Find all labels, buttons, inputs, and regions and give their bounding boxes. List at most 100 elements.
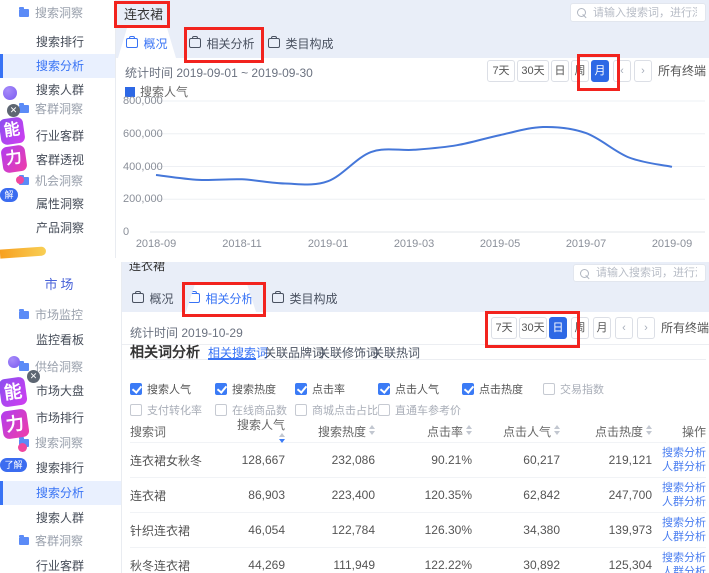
sidebar-group-customer-insight[interactable]: 客群洞察 <box>0 530 121 552</box>
tab-label: 概况 <box>143 35 167 52</box>
col-header-click-heat[interactable]: 点击热度 <box>560 423 652 440</box>
range-week-button[interactable]: 周 <box>571 60 589 82</box>
crowd-analysis-link[interactable]: 人群分析 <box>652 530 706 544</box>
col-header-search-pop[interactable]: 搜索人气 <box>230 416 285 447</box>
y-tick: 400,000 <box>123 161 163 173</box>
crowd-analysis-link[interactable]: 人群分析 <box>652 495 706 509</box>
sidebar-item-industry-crowd[interactable]: 行业客群 <box>0 554 121 573</box>
search-analysis-link[interactable]: 搜索分析 <box>652 516 706 530</box>
tab-related-analysis[interactable]: 相关分析 <box>186 284 256 312</box>
sidebar-item-search-crowd[interactable]: 搜索人群 <box>0 506 121 530</box>
sidebar-item-monitor-board[interactable]: 监控看板 <box>0 328 121 352</box>
checkbox-checked-icon[interactable] <box>462 383 474 395</box>
search-analysis-link[interactable]: 搜索分析 <box>652 481 706 495</box>
app-screen: 搜索洞察 搜索排行 搜索分析 搜索人群 客群洞察 行业客群 客群透视 机会洞察 … <box>0 0 709 573</box>
cell-click-pop: 62,842 <box>472 488 560 502</box>
sidebar-item-label: 行业客群 <box>36 129 84 143</box>
close-icon[interactable]: ✕ <box>27 370 40 383</box>
terminal-dropdown[interactable]: 所有终端 <box>661 317 709 339</box>
sidebar-item-label: 行业客群 <box>36 559 84 573</box>
tab-overview[interactable]: 概况 <box>118 28 176 58</box>
checkbox-icon[interactable] <box>215 404 227 416</box>
terminal-label: 所有终端 <box>661 321 709 335</box>
col-header-ctr[interactable]: 点击率 <box>375 423 472 440</box>
cell-actions: 搜索分析人群分析 <box>652 481 706 509</box>
crowd-analysis-link[interactable]: 人群分析 <box>652 565 706 573</box>
sticker-ball-pink <box>16 176 24 184</box>
range-7d-button[interactable]: 7天 <box>491 317 517 339</box>
sidebar-section-market[interactable]: 市场 <box>0 274 121 293</box>
tab-category-composition[interactable]: 类目构成 <box>268 28 334 58</box>
range-30d-button[interactable]: 30天 <box>517 60 549 82</box>
metric-label: 搜索人气 <box>147 384 191 396</box>
table-row: 连衣裙 86,903 223,400 120.35% 62,842 247,70… <box>130 477 706 512</box>
range-month-button[interactable]: 月 <box>591 60 609 82</box>
range-day-button[interactable]: 日 <box>551 60 569 82</box>
range-month-button[interactable]: 月 <box>593 317 611 339</box>
cell-actions: 搜索分析人群分析 <box>652 446 706 474</box>
tab-overview[interactable]: 概况 <box>126 284 180 312</box>
metric-checkbox-click-pop[interactable]: 点击人气 <box>378 381 439 397</box>
metric-checkbox-pay-conversion[interactable]: 支付转化率 <box>130 402 202 418</box>
metric-checkbox-ztc-price[interactable]: 直通车参考价 <box>378 402 461 418</box>
checkbox-checked-icon[interactable] <box>215 383 227 395</box>
metric-checkbox-click-heat[interactable]: 点击热度 <box>462 381 523 397</box>
subtab-active-underline <box>208 358 256 360</box>
metric-checkbox-trade-index[interactable]: 交易指数 <box>543 381 604 397</box>
cell-click-heat: 219,121 <box>560 453 652 467</box>
metric-checkbox-ctr[interactable]: 点击率 <box>295 381 345 397</box>
metric-checkbox-search-pop[interactable]: 搜索人气 <box>130 381 191 397</box>
next-period-button[interactable]: › <box>637 317 655 339</box>
terminal-dropdown[interactable]: 所有终端 <box>658 60 709 82</box>
range-day-button[interactable]: 日 <box>549 317 567 339</box>
range-7d-button[interactable]: 7天 <box>487 60 515 82</box>
close-icon[interactable]: ✕ <box>7 104 20 117</box>
sidebar-item-search-analysis[interactable]: 搜索分析 <box>0 54 115 78</box>
metric-checkbox-mall-click-ratio[interactable]: 商城点击占比 <box>295 402 378 418</box>
next-period-button[interactable]: › <box>634 60 652 82</box>
cell-actions: 搜索分析人群分析 <box>652 516 706 544</box>
checkbox-icon[interactable] <box>295 404 307 416</box>
promo-pill[interactable]: 解 <box>0 188 18 202</box>
search-analysis-link[interactable]: 搜索分析 <box>652 551 706 565</box>
prev-period-button[interactable]: ‹ <box>615 317 633 339</box>
range-week-button[interactable]: 周 <box>571 317 589 339</box>
checkbox-checked-icon[interactable] <box>378 383 390 395</box>
metric-checkbox-search-heat[interactable]: 搜索热度 <box>215 381 276 397</box>
search-input[interactable] <box>591 6 699 20</box>
col-header-click-pop[interactable]: 点击人气 <box>472 423 560 440</box>
sidebar-group-market-monitor[interactable]: 市场监控 <box>0 304 121 326</box>
y-tick: 800,000 <box>123 95 163 107</box>
tab-category-composition[interactable]: 类目构成 <box>272 284 338 312</box>
cell-keyword: 连衣裙 <box>130 487 230 504</box>
bag-icon <box>268 38 280 48</box>
crowd-analysis-link[interactable]: 人群分析 <box>652 460 706 474</box>
sidebar-group-search-insight[interactable]: 搜索洞察 <box>0 2 115 24</box>
range-30d-button[interactable]: 30天 <box>519 317 547 339</box>
sidebar-item-product-insight[interactable]: 产品洞察 <box>0 216 115 240</box>
folder-icon <box>19 311 29 319</box>
keyword-label-clipped: 连衣裙 <box>129 262 165 272</box>
prev-period-button[interactable]: ‹ <box>613 60 631 82</box>
col-header-search-heat[interactable]: 搜索热度 <box>285 423 375 440</box>
sidebar-item-search-analysis[interactable]: 搜索分析 <box>0 481 121 505</box>
checkbox-checked-icon[interactable] <box>130 383 142 395</box>
sidebar-item-label: 产品洞察 <box>36 221 84 235</box>
checkbox-icon[interactable] <box>543 383 555 395</box>
col-header-label: 搜索热度 <box>318 425 366 439</box>
search-input-wrap <box>570 3 706 22</box>
checkbox-icon[interactable] <box>130 404 142 416</box>
checkbox-icon[interactable] <box>378 404 390 416</box>
cell-keyword: 连衣裙女秋冬 <box>130 452 230 469</box>
sticker-char-1: 能 <box>0 376 28 407</box>
cell-actions: 搜索分析人群分析 <box>652 551 706 573</box>
tab-related-analysis[interactable]: 相关分析 <box>186 28 258 58</box>
cell-search-heat: 223,400 <box>285 488 375 502</box>
sidebar-group-label: 供给洞察 <box>35 360 83 374</box>
search-input[interactable] <box>594 266 699 280</box>
checkbox-checked-icon[interactable] <box>295 383 307 395</box>
sidebar-item-search-rank[interactable]: 搜索排行 <box>0 30 115 54</box>
search-analysis-link[interactable]: 搜索分析 <box>652 446 706 460</box>
promo-pill[interactable]: 了解 <box>0 458 27 472</box>
metric-label: 点击热度 <box>479 384 523 396</box>
